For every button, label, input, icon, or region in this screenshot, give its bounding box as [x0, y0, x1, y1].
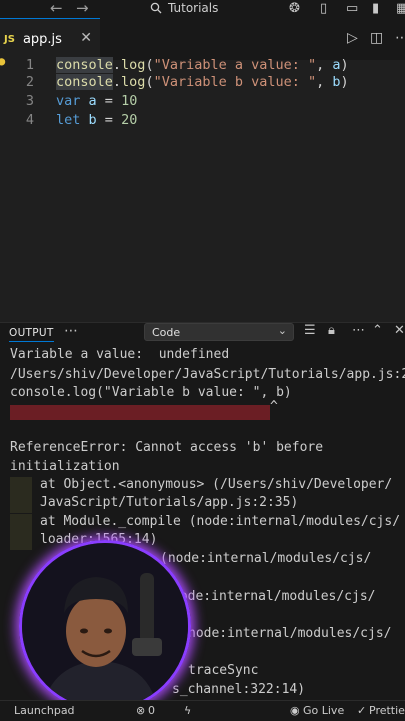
code-line-3: 3 var a = 10: [0, 92, 405, 111]
filter-list-icon[interactable]: ☰: [304, 323, 316, 338]
forward-arrow-icon[interactable]: →: [76, 0, 89, 17]
more-actions-icon[interactable]: ⋯: [395, 30, 405, 46]
javascript-file-icon: JS: [4, 34, 15, 45]
output-line: JavaScript/Tutorials/app.js:2:35): [40, 495, 299, 510]
output-line: node:internal/modules/cjs/: [188, 626, 392, 641]
error-caret: ^: [270, 399, 278, 414]
output-line: /Users/shiv/Developer/JavaScript/Tutoria…: [10, 367, 405, 382]
code-text: let b = 20: [56, 112, 138, 128]
line-number: 4: [25, 112, 34, 128]
launchpad-label[interactable]: Launchpad: [14, 704, 75, 717]
output-line: Variable a value: undefined: [10, 347, 230, 362]
problems-count[interactable]: 0: [148, 704, 155, 717]
output-line: at Object.<anonymous> (/Users/shiv/Devel…: [40, 477, 393, 492]
back-arrow-icon[interactable]: ←: [50, 0, 63, 17]
code-line-4: 4 let b = 20: [0, 111, 405, 130]
copilot-icon[interactable]: ❂: [289, 1, 300, 16]
indent-guide: [10, 532, 32, 550]
go-live-button[interactable]: Go Live: [303, 704, 344, 717]
chevron-down-icon: ⌄: [277, 324, 287, 337]
search-text: Tutorials: [168, 1, 219, 15]
code-editor[interactable]: ● 1 console.log("Variable a value: ", a)…: [0, 54, 405, 322]
more-icon[interactable]: ⋯: [352, 323, 365, 338]
editor-tab-bar: JS app.js ✕ ▷ ◫ ⋯: [0, 18, 405, 61]
split-editor-icon[interactable]: ◫: [370, 30, 383, 46]
indent-guide: [10, 477, 32, 495]
output-line: console.log("Variable b value: ", b): [10, 385, 292, 400]
broadcast-icon: ◉: [290, 704, 300, 717]
channel-value: Code: [152, 325, 181, 339]
code-text: console.log("Variable b value: ", b): [56, 74, 349, 90]
output-line: initialization: [10, 459, 120, 474]
webcam-overlay: [19, 540, 191, 712]
output-line: node:internal/modules/cjs/: [172, 589, 376, 604]
check-icon: ✓: [357, 704, 367, 717]
indent-guide: [10, 495, 32, 513]
prettier-button[interactable]: Prettier: [369, 704, 405, 717]
title-bar: ← → Tutorials ❂ ▯ ▭ ▮ ▦: [0, 0, 405, 18]
run-icon[interactable]: ▷: [347, 30, 358, 46]
code-text: var a = 10: [56, 93, 138, 109]
search-icon: [150, 2, 162, 14]
output-line: ReferenceError: Cannot access 'b' before: [10, 440, 324, 455]
close-icon[interactable]: ✕: [80, 30, 92, 46]
line-number: 2: [25, 74, 34, 90]
maximize-panel-icon[interactable]: ⌃: [372, 323, 383, 338]
code-line-2: 2 console.log("Variable b value: ", b): [0, 73, 405, 92]
lock-icon[interactable]: 🔒︎: [328, 323, 335, 338]
presenter-avatar: [22, 543, 188, 709]
error-icon[interactable]: ⊗: [136, 704, 145, 717]
close-panel-icon[interactable]: ✕: [394, 323, 405, 338]
output-line: s_channel:322:14): [172, 682, 306, 697]
status-bar: Launchpad ⊗ 0 ϟ ◉ Go Live ✓ Prettier: [0, 700, 405, 721]
toggle-secondary-sidebar-icon[interactable]: ▮: [372, 1, 379, 16]
panel-title-output[interactable]: OUTPUT: [9, 327, 54, 342]
tab-label: app.js: [22, 32, 62, 47]
error-highlight: [10, 405, 270, 420]
tab-app-js[interactable]: JS app.js ✕: [0, 18, 100, 60]
output-line: traceSync: [188, 663, 259, 678]
output-line: (node:internal/modules/cjs/: [160, 551, 372, 566]
panel-more-icon[interactable]: ⋯: [64, 323, 78, 339]
toggle-sidebar-icon[interactable]: ▯: [320, 1, 327, 16]
indent-guide: [10, 514, 32, 532]
command-center-search[interactable]: Tutorials: [150, 0, 250, 16]
toggle-panel-icon[interactable]: ▭: [346, 1, 358, 16]
output-channel-select[interactable]: Code ⌄: [144, 323, 294, 341]
lightning-icon[interactable]: ϟ: [184, 704, 191, 717]
layout-icon[interactable]: ▦: [396, 1, 405, 16]
output-line: at Module._compile (node:internal/module…: [40, 514, 401, 529]
line-number: 3: [25, 93, 34, 109]
